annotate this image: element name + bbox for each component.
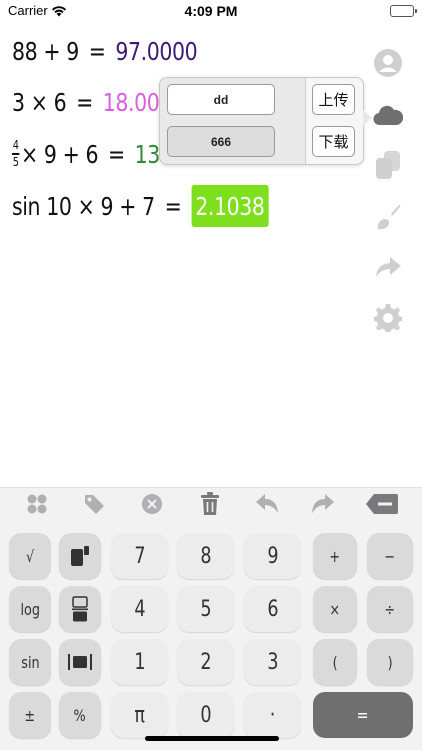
sqrt-key-label: √ [25,546,35,566]
sqrt-key[interactable]: √ [9,533,51,579]
redo-icon[interactable] [303,488,343,520]
equals-sign: = [107,139,125,169]
open-paren-key[interactable]: ( [313,639,357,685]
palette-icon[interactable] [17,488,57,520]
calculator-screen: Carrier 4:09 PM 88 + 9 = 97.0000 3 × 6 =… [0,0,422,750]
settings-icon[interactable] [372,302,404,334]
equals-sign: = [76,87,93,117]
expression-row[interactable]: 88 + 9 = 97.0000 [12,31,198,71]
equals-key-label: = [356,704,370,726]
sin-key[interactable]: sin [9,639,51,685]
cloud-popup: dd 666 上传 下载 [159,77,372,165]
fraction-numerator: 4 [12,138,19,153]
digit-8-label: 8 [199,543,212,569]
fraction-key[interactable] [59,586,101,632]
digit-9-key[interactable]: 9 [244,533,301,579]
result-value-highlighted[interactable]: 2.1038 [191,185,269,227]
fraction: 4 5 [12,138,20,169]
minus-key-label: − [384,546,396,566]
share-icon[interactable] [372,251,404,283]
open-paren-label: ( [332,652,338,672]
backspace-icon[interactable] [362,488,402,520]
digit-2-key[interactable]: 2 [177,639,234,685]
close-paren-key[interactable]: ) [367,639,413,685]
expression-row[interactable]: sin 10 × 9 + 7 = 2.1038 [12,185,269,227]
expression-text: sin 10 × 9 + 7 [12,191,155,221]
undo-icon[interactable] [247,488,287,520]
log-key-label: log [20,599,40,619]
digit-7-label: 7 [133,543,146,569]
digit-1-key[interactable]: 1 [111,639,168,685]
digit-4-key[interactable]: 4 [111,586,168,632]
cloud-record-field[interactable]: dd [167,84,275,115]
percent-key[interactable]: % [59,692,101,738]
pi-label: π [134,702,145,728]
calculator-keyboard: √ 7 8 9 + − log 4 5 6 × ÷ sin 1 2 3 ( ) … [0,487,422,750]
expression-text: × 9 + 6 [21,139,99,169]
multiply-key[interactable]: × [313,586,357,632]
status-time: 4:09 PM [184,3,238,19]
digit-8-key[interactable]: 8 [177,533,234,579]
plus-key[interactable]: + [313,533,357,579]
download-button[interactable]: 下载 [312,126,355,157]
equals-sign: = [88,36,106,66]
digit-2-label: 2 [199,649,212,675]
result-value[interactable]: 13 [135,140,161,169]
log-key[interactable]: log [9,586,51,632]
digit-0-label: 0 [199,702,212,728]
decimal-point-key[interactable]: · [244,692,301,738]
digit-4-label: 4 [133,596,146,622]
home-indicator [145,736,279,741]
close-paren-label: ) [387,652,393,672]
expression-text: 88 + 9 [12,36,79,66]
copy-icon[interactable] [372,149,404,181]
percent-label: % [73,705,87,725]
equals-key[interactable]: = [313,692,413,738]
trash-icon[interactable] [190,488,230,520]
expression-text: 3 × 6 [12,87,67,117]
plus-minus-key[interactable]: ± [9,692,51,738]
result-value[interactable]: 97.0000 [115,37,197,66]
decimal-point-label: · [269,702,276,728]
multiply-key-label: × [329,599,341,619]
divide-key[interactable]: ÷ [367,586,413,632]
clear-icon[interactable] [132,488,172,520]
brush-icon[interactable] [372,201,404,233]
minus-key[interactable]: − [367,533,413,579]
memory-key[interactable] [59,533,101,579]
tag-icon[interactable] [74,488,114,520]
digit-5-label: 5 [199,596,212,622]
fraction-denominator: 5 [12,154,19,169]
digit-6-label: 6 [266,596,279,622]
divide-key-label: ÷ [384,599,396,619]
digit-9-label: 9 [266,543,279,569]
digit-1-label: 1 [133,649,146,675]
pi-key[interactable]: π [111,692,168,738]
battery-icon [390,5,417,17]
digit-3-key[interactable]: 3 [244,639,301,685]
digit-7-key[interactable]: 7 [111,533,168,579]
cloud-icon[interactable] [372,99,404,131]
status-bar: Carrier 4:09 PM [0,0,422,24]
digit-6-key[interactable]: 6 [244,586,301,632]
profile-icon[interactable] [372,47,404,79]
upload-button[interactable]: 上传 [312,84,355,115]
digit-3-label: 3 [266,649,279,675]
expression-row[interactable]: 3 × 6 = 18.000 [12,82,172,122]
plus-key-label: + [329,546,341,566]
cloud-record-field[interactable]: 666 [167,126,275,157]
plus-minus-label: ± [24,705,36,725]
expression-row[interactable]: 4 5 × 9 + 6 = 13 [12,134,160,174]
sin-key-label: sin [20,652,40,672]
digit-5-key[interactable]: 5 [177,586,234,632]
equals-sign: = [164,191,182,221]
digit-0-key[interactable]: 0 [177,692,234,738]
abs-key[interactable] [59,639,101,685]
